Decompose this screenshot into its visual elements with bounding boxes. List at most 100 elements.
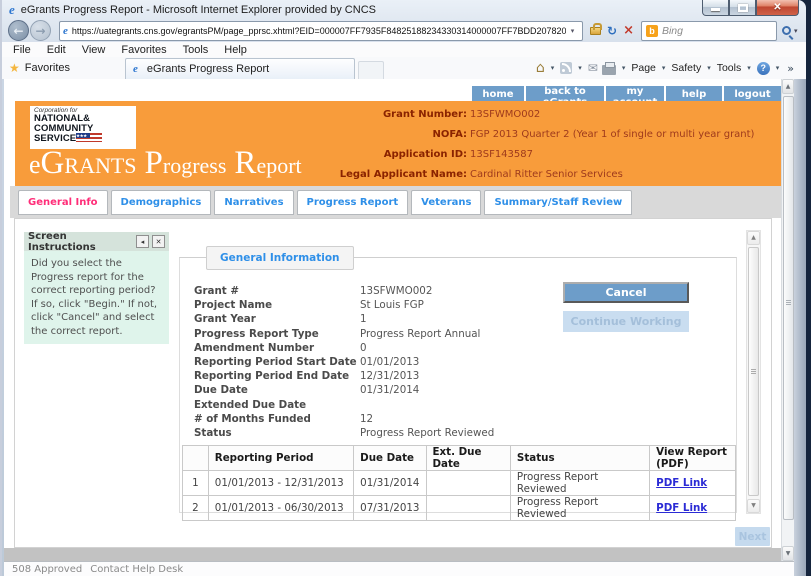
caption-buttons: ✕ xyxy=(702,0,799,16)
minimize-button[interactable] xyxy=(702,0,729,16)
status-link-508[interactable]: 508 Approved xyxy=(12,564,82,575)
menu-help[interactable]: Help xyxy=(216,44,255,56)
collapse-instructions-button[interactable]: ◂ xyxy=(136,235,149,248)
field-row: Progress Report TypeProgress Report Annu… xyxy=(194,327,494,341)
application-id-value: 13SF143587 xyxy=(470,149,533,160)
command-tools[interactable]: Tools xyxy=(717,62,742,74)
field-label: Project Name xyxy=(194,299,360,311)
tab-demographics[interactable]: Demographics xyxy=(111,190,212,215)
command-page[interactable]: Page xyxy=(631,62,656,74)
cell-status: Progress Report Reviewed xyxy=(510,471,649,496)
table-row: 2 01/01/2013 - 06/30/2013 07/31/2013 Pro… xyxy=(183,496,736,521)
scroll-down-button[interactable]: ▼ xyxy=(782,546,794,561)
feeds-dropdown-icon[interactable]: ▾ xyxy=(578,64,582,72)
status-link-contact-help-desk[interactable]: Contact Help Desk xyxy=(90,564,183,575)
minimize-icon xyxy=(711,8,720,11)
general-information-fieldset: General Information Grant #13SFWMO002 Pr… xyxy=(179,257,737,513)
help-button[interactable]: ? xyxy=(757,62,770,75)
field-value: 01/31/2014 xyxy=(360,384,419,396)
tab-general-info[interactable]: General Info xyxy=(18,190,108,215)
menu-favorites[interactable]: Favorites xyxy=(113,44,174,56)
home-dropdown-icon[interactable]: ▾ xyxy=(551,64,555,72)
favorites-button[interactable]: ★ Favorites xyxy=(9,61,70,75)
field-label: Reporting Period End Date xyxy=(194,370,360,382)
row-number: 2 xyxy=(183,496,209,521)
menu-file[interactable]: File xyxy=(5,44,39,56)
nav-back-to-egrants-button[interactable]: back to eGrants xyxy=(526,86,604,102)
field-row: Grant Year1 xyxy=(194,312,494,326)
pdf-link[interactable]: PDF Link xyxy=(656,502,707,514)
field-row: # of Months Funded12 xyxy=(194,412,494,426)
tab-strip: General Info Demographics Narratives Pro… xyxy=(18,190,632,215)
window-border xyxy=(794,79,806,576)
search-dropdown-icon[interactable]: ▾ xyxy=(794,27,798,35)
scroll-thumb[interactable] xyxy=(783,96,794,520)
close-icon: ✕ xyxy=(773,2,781,13)
scroll-up-button[interactable]: ▲ xyxy=(782,79,794,94)
overflow-chevron-icon[interactable]: » xyxy=(787,62,794,75)
close-instructions-button[interactable]: ✕ xyxy=(152,235,165,248)
stop-button[interactable]: × xyxy=(623,23,634,38)
browser-scrollbar[interactable]: ▲ ▼ xyxy=(781,79,794,561)
page-favicon: e xyxy=(63,25,68,37)
field-row: Due Date01/31/2014 xyxy=(194,383,494,397)
title-bar[interactable]: e eGrants Progress Report - Microsoft In… xyxy=(2,0,806,19)
legal-applicant-label: Legal Applicant Name: xyxy=(333,169,467,180)
feeds-icon[interactable] xyxy=(560,62,572,74)
status-bar: 508 Approved Contact Help Desk xyxy=(4,561,794,576)
page-tab[interactable]: e eGrants Progress Report xyxy=(125,58,355,79)
page-viewport: home back to eGrants my account help log… xyxy=(4,79,781,561)
url-text: https://uategrants.cns.gov/egrantsPM/pag… xyxy=(72,26,566,36)
menu-edit[interactable]: Edit xyxy=(39,44,74,56)
tab-summary-staff-review[interactable]: Summary/Staff Review xyxy=(484,190,632,215)
next-button[interactable]: Next xyxy=(735,527,770,546)
address-bar[interactable]: e https://uategrants.cns.gov/egrantsPM/p… xyxy=(59,21,583,41)
cancel-button[interactable]: Cancel xyxy=(563,282,689,303)
address-dropdown-icon[interactable]: ▾ xyxy=(566,27,579,35)
section-header: General Information xyxy=(206,246,354,270)
cell-reporting-period: 01/01/2013 - 12/31/2013 xyxy=(208,471,353,496)
back-button[interactable]: ← xyxy=(8,20,29,41)
panel-scroll-thumb[interactable] xyxy=(748,247,759,496)
continue-working-button[interactable]: Continue Working xyxy=(563,311,689,332)
tab-narratives[interactable]: Narratives xyxy=(214,190,293,215)
menu-view[interactable]: View xyxy=(74,44,114,56)
print-dropdown-icon[interactable]: ▾ xyxy=(622,64,626,72)
search-box[interactable]: b Bing xyxy=(641,21,777,41)
menu-tools[interactable]: Tools xyxy=(175,44,217,56)
panel-scrollbar[interactable]: ▲ ▼ xyxy=(746,230,761,514)
nav-help-button[interactable]: help xyxy=(666,86,722,102)
field-value: 12 xyxy=(360,413,373,425)
maximize-button[interactable] xyxy=(729,0,756,16)
page-dropdown-icon: ▾ xyxy=(662,64,666,72)
content-panel: Screen Instructions ◂ ✕ Did you select t… xyxy=(14,218,772,548)
legal-applicant-row: Legal Applicant Name: Cardinal Ritter Se… xyxy=(333,164,754,184)
command-safety[interactable]: Safety xyxy=(671,62,701,74)
field-label: Grant # xyxy=(194,285,360,297)
pdf-link[interactable]: PDF Link xyxy=(656,477,707,489)
forward-button[interactable]: → xyxy=(30,20,51,41)
row-number: 1 xyxy=(183,471,209,496)
field-label: Grant Year xyxy=(194,313,360,325)
tab-progress-report[interactable]: Progress Report xyxy=(297,190,409,215)
search-icon[interactable] xyxy=(782,26,791,35)
tab-band: General Info Demographics Narratives Pro… xyxy=(10,186,781,218)
field-row: Reporting Period End Date12/31/2013 xyxy=(194,369,494,383)
panel-scroll-down-button[interactable]: ▼ xyxy=(747,499,760,513)
home-icon[interactable]: ⌂ xyxy=(536,60,545,76)
mail-icon[interactable]: ✉ xyxy=(588,61,598,75)
field-row: Reporting Period Start Date01/01/2013 xyxy=(194,355,494,369)
tab-veterans[interactable]: Veterans xyxy=(411,190,481,215)
favorites-bar: ★ Favorites e eGrants Progress Report ⌂ … xyxy=(2,57,806,79)
panel-scroll-up-button[interactable]: ▲ xyxy=(747,231,760,245)
new-tab-stub[interactable] xyxy=(358,61,384,79)
nav-logout-button[interactable]: logout xyxy=(724,86,781,102)
field-row: StatusProgress Report Reviewed xyxy=(194,426,494,440)
nofa-value: FGP 2013 Quarter 2 (Year 1 of single or … xyxy=(470,129,754,140)
refresh-button[interactable]: ↻ xyxy=(607,24,617,38)
lock-icon xyxy=(590,27,601,35)
nav-home-button[interactable]: home xyxy=(472,86,524,102)
nav-my-account-button[interactable]: my account xyxy=(606,86,664,102)
close-button[interactable]: ✕ xyxy=(756,0,799,16)
print-icon[interactable] xyxy=(602,65,616,75)
